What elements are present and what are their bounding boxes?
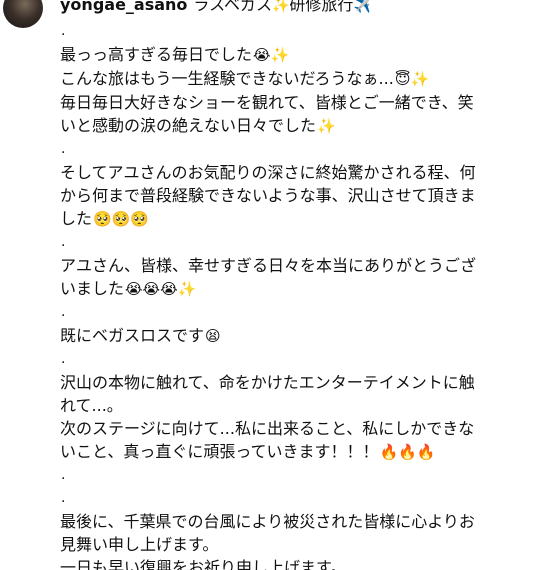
caption-line-text: 最っっ高すぎる毎日でした [60, 45, 253, 64]
caption-line: こんな旅はもう一生経験できないだろうなぁ...😇✨ [60, 67, 510, 91]
caption-line-emoji: ✨ [317, 117, 336, 135]
caption-line-text: . [61, 234, 66, 250]
caption-line: 次のステージに向けて...私に出来ること、私にしかできな [60, 417, 510, 440]
caption-line-text: 次のステージに向けて...私に出来ること、私にしかできな [60, 419, 475, 438]
caption-line-text: 沢山の本物に触れて、命をかけたエンターテイメントに触 [60, 373, 475, 392]
caption-line-text: 最後に、千葉県での台風により被災された皆様に心よりお [60, 512, 475, 531]
post-caption: . 最っっ高すぎる毎日でした😭✨ こんな旅はもう一生経験できないだろうなぁ...😇✨… [60, 20, 510, 570]
caption-line: そしてアユさんのお気配りの深さに終始驚かされる程、何 [60, 161, 510, 184]
airplane-emoji: ✈️ [353, 0, 371, 14]
header-caption: ラスベガス✨研修旅行✈️ [193, 0, 370, 14]
caption-line-text: いこと、真っ直ぐに頑張っていきます！！！ [60, 442, 379, 461]
caption-line: いこと、真っ直ぐに頑張っていきます！！！🔥🔥🔥 [60, 440, 510, 464]
caption-line: 既にベガスロスです😫 [60, 324, 510, 348]
post-header: yongae_asano ラスベガス✨研修旅行✈️ [60, 0, 371, 16]
caption-line: した🥺🥺🥺 [60, 207, 510, 231]
caption-separator-dot: . [60, 231, 510, 254]
sparkles-emoji: ✨ [271, 0, 290, 14]
caption-line-text: 毎日毎日大好きなショーを観れて、皆様とご一緒でき、笑 [60, 93, 474, 112]
caption-separator-dot: . [60, 348, 510, 371]
caption-line-text: から何まで普段経験できないような事、沢山させて頂きま [60, 186, 476, 205]
caption-line-text: いと感動の涙の絶えない日々でした [60, 116, 317, 135]
caption-line-text: した [60, 209, 93, 228]
caption-line: 最後に、千葉県での台風により被災された皆様に心よりお [60, 510, 510, 533]
caption-line: アユさん、皆様、幸せすぎる日々を本当にありがとうござ [60, 254, 510, 277]
caption-line-text: いました [60, 279, 125, 298]
caption-line: 最っっ高すぎる毎日でした😭✨ [60, 43, 510, 67]
caption-separator-dot: . [60, 301, 510, 324]
caption-line-emoji: 🔥🔥🔥 [379, 443, 436, 461]
caption-line-text: . [61, 141, 66, 157]
caption-line: 見舞い申し上げます。 [60, 533, 510, 556]
caption-line: から何まで普段経験できないような事、沢山させて頂きま [60, 184, 510, 207]
caption-separator-dot: . [60, 487, 510, 510]
header-caption-suffix: 研修旅行 [289, 0, 354, 14]
caption-line: れて...。 [60, 394, 510, 417]
username[interactable]: yongae_asano [60, 0, 187, 14]
caption-line-text: アユさん、皆様、幸せすぎる日々を本当にありがとうござ [60, 256, 477, 275]
caption-line-text: 一日も早い復興をお祈り申し上げます。 [60, 558, 347, 570]
caption-line-text: 見舞い申し上げます。 [60, 535, 219, 554]
caption-line-text: . [61, 490, 66, 506]
avatar[interactable] [3, 0, 43, 28]
caption-line-text: こんな旅はもう一生経験できないだろうなぁ... [60, 69, 394, 88]
caption-separator-dot: . [60, 20, 510, 43]
caption-line-emoji: 😫 [205, 327, 221, 345]
caption-line: 沢山の本物に触れて、命をかけたエンターテイメントに触 [60, 371, 510, 394]
caption-line-emoji: 😭✨ [253, 46, 290, 64]
caption-line-emoji: 😭😭😭✨ [125, 280, 197, 298]
caption-line: いました😭😭😭✨ [60, 277, 510, 301]
caption-line-text: そしてアユさんのお気配りの深さに終始驚かされる程、何 [60, 163, 476, 182]
header-caption-text: ラスベガス [193, 0, 272, 14]
caption-separator-dot: . [60, 464, 510, 487]
caption-line: 毎日毎日大好きなショーを観れて、皆様とご一緒でき、笑 [60, 91, 510, 114]
caption-line-text: 既にベガスロスです [60, 326, 205, 345]
caption-line-text: . [61, 304, 66, 320]
caption-separator-dot: . [60, 138, 510, 161]
caption-line-text: . [61, 23, 66, 39]
caption-line-text: れて...。 [60, 396, 123, 415]
caption-line-text: . [61, 351, 66, 367]
caption-line-emoji: 😇✨ [394, 70, 430, 88]
caption-line: 一日も早い復興をお祈り申し上げます。 [60, 556, 510, 570]
caption-line: いと感動の涙の絶えない日々でした✨ [60, 114, 510, 138]
caption-line-text: . [61, 467, 66, 483]
instagram-post: yongae_asano ラスベガス✨研修旅行✈️ . 最っっ高すぎる毎日でした😭✨… [0, 0, 535, 570]
caption-line-emoji: 🥺🥺🥺 [93, 210, 150, 228]
